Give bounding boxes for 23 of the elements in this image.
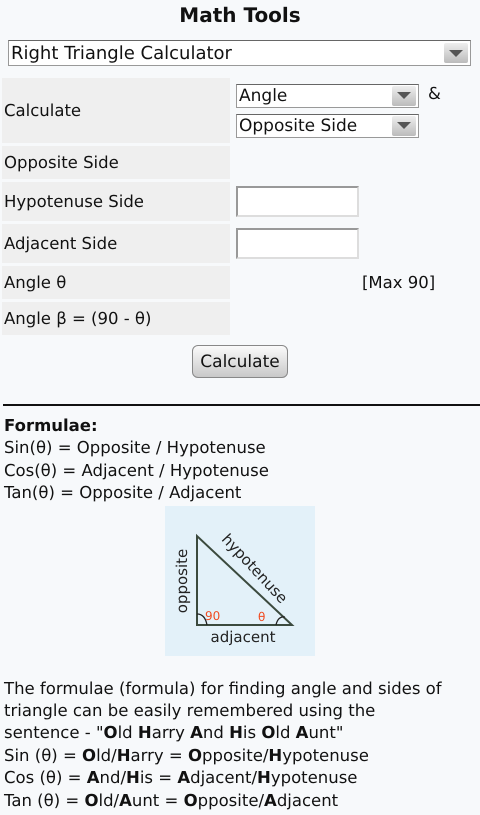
- formula-text: Tan(θ) = Opposite / Adjacent: [4, 482, 242, 504]
- formulae-heading: Formulae:: [4, 415, 99, 437]
- field-label: Angle θ: [2, 266, 230, 299]
- field-label: Calculate: [2, 78, 230, 143]
- field-label: Angle β = (90 - θ): [2, 302, 230, 335]
- formula-text: Cos(θ) = Adjacent / Hypotenuse: [4, 460, 270, 482]
- mnemonic-paragraph: The formulae (formula) for finding angle and sides of triangle can be easily remembered using the sentence - "Old Harry And His Old Aunt": [4, 678, 443, 744]
- input-field[interactable]: [236, 186, 359, 217]
- option-dropdown[interactable]: Angle: [236, 84, 419, 108]
- joiner-text: &: [428, 84, 441, 103]
- field-label: Adjacent Side: [2, 224, 230, 263]
- mnemonic-formula-text: Sin (θ) = Old/Harry = Opposite/Hypotenuse: [4, 744, 370, 767]
- page-title: Math Tools: [178, 2, 302, 29]
- option-dropdown[interactable]: Opposite Side: [236, 114, 419, 138]
- field-label: Opposite Side: [2, 146, 230, 179]
- calculate-button[interactable]: Calculate: [192, 345, 288, 378]
- field-label: Hypotenuse Side: [2, 182, 230, 221]
- mnemonic-formula-text: Cos (θ) = And/His = Adjacent/Hypotenuse: [4, 767, 358, 790]
- mnemonic-formula-text: Tan (θ) = Old/Aunt = Opposite/Adjacent: [4, 790, 340, 812]
- input-field[interactable]: [236, 228, 359, 259]
- tool-dropdown[interactable]: Right Triangle Calculator: [8, 40, 471, 66]
- formula-text: Sin(θ) = Opposite / Hypotenuse: [4, 437, 267, 459]
- note-text: [Max 90]: [362, 273, 436, 292]
